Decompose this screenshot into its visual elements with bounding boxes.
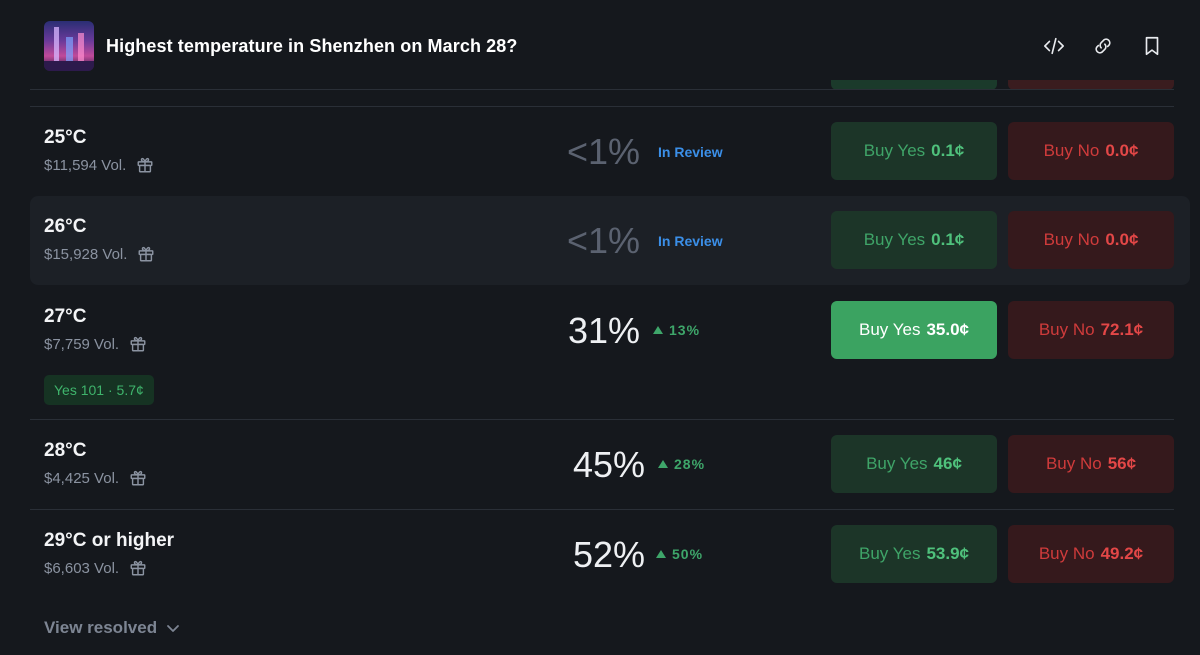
buy-no-price: 72.1¢ [1100,320,1144,339]
buy-yes-button[interactable]: Buy Yes 0.1¢ [831,211,997,269]
outcome-volume: $7,759 Vol. [44,335,147,353]
outcome-volume: $11,594 Vol. [44,156,154,174]
outcome-row[interactable]: 27°C $7,759 Vol. Yes 101 · 5.7¢ 31% 13% … [30,286,1190,419]
market-header: Highest temperature in Shenzhen on March… [0,0,1200,92]
buy-no-price: 0.0¢ [1105,141,1139,160]
buy-yes-label: Buy Yes [863,141,926,160]
outcome-probability: <1% [566,220,640,261]
buy-yes-label: Buy Yes [863,230,926,249]
up-arrow-icon [653,326,663,334]
outcome-label: 29°C or higher [44,530,175,551]
code-icon[interactable] [1042,34,1066,58]
change-value: 13% [669,322,701,338]
buy-yes-price: 53.9¢ [926,544,969,563]
outcome-probability: <1% [566,131,640,172]
outcome-label: 26°C [44,216,87,237]
buy-yes-price: 0.1¢ [931,230,965,249]
buy-no-label: Buy No [1038,320,1095,339]
gift-icon[interactable] [129,469,147,487]
buy-no-label: Buy No [1043,230,1100,249]
volume-text: $15,928 Vol. [44,245,128,263]
buy-yes-button[interactable]: Buy Yes 0.1¢ [831,122,997,180]
volume-text: $4,425 Vol. [44,469,120,487]
change-value: 50% [672,546,704,562]
outcome-label: 25°C [44,127,87,148]
buy-yes-button[interactable]: Buy Yes 53.9¢ [831,525,997,583]
probability-change: 13% [653,322,700,338]
buy-no-price: 56¢ [1107,454,1137,473]
outcome-probability: 52% [572,534,645,575]
probability-change: 28% [658,456,705,472]
buy-yes-button[interactable]: Buy Yes 46¢ [831,435,997,493]
bookmark-icon[interactable] [1140,34,1164,58]
buy-yes-price: 35.0¢ [926,320,969,339]
buy-no-label: Buy No [1045,454,1102,473]
buy-no-button[interactable]: Buy No 49.2¢ [1008,525,1174,583]
status-badge: In Review [658,233,723,249]
buy-yes-price: 46¢ [933,454,962,473]
volume-text: $6,603 Vol. [44,559,120,577]
up-arrow-icon [656,550,666,558]
view-resolved-toggle[interactable]: View resolved [44,618,181,638]
probability-change: 50% [656,546,703,562]
volume-text: $7,759 Vol. [44,335,120,353]
buy-no-button[interactable]: Buy No 0.0¢ [1008,122,1174,180]
buy-yes-button[interactable]: Buy Yes 35.0¢ [831,301,997,359]
status-badge: In Review [658,144,723,160]
buy-no-price: 0.0¢ [1105,230,1139,249]
market-thumbnail [44,21,94,71]
outcome-probability: 31% [567,310,640,351]
outcome-label: 27°C [44,306,87,327]
outcome-row[interactable]: 25°C $11,594 Vol. <1% In Review Buy Yes … [30,107,1190,196]
gift-icon[interactable] [136,156,154,174]
outcome-row[interactable]: 26°C $15,928 Vol. <1% In Review Buy Yes … [30,196,1190,285]
buy-yes-label: Buy Yes [859,544,921,563]
chevron-down-icon [167,625,179,632]
buy-no-button[interactable]: Buy No 72.1¢ [1008,301,1174,359]
outcome-volume: $15,928 Vol. [44,245,155,263]
outcome-row[interactable]: 28°C $4,425 Vol. 45% 28% Buy Yes 46¢ Buy… [30,420,1190,509]
outcome-volume: $4,425 Vol. [44,469,147,487]
view-resolved-label: View resolved [44,618,158,637]
buy-no-button[interactable]: Buy No 56¢ [1008,435,1174,493]
buy-no-price: 49.2¢ [1100,544,1144,563]
buy-no-label: Buy No [1043,141,1100,160]
buy-yes-label: Buy Yes [866,454,928,473]
up-arrow-icon [658,460,668,468]
link-icon[interactable] [1091,34,1115,58]
position-badge[interactable]: Yes 101 · 5.7¢ [44,375,154,405]
gift-icon[interactable] [137,245,155,263]
page-title: Highest temperature in Shenzhen on March… [106,36,518,56]
outcome-row[interactable]: 29°C or higher $6,603 Vol. 52% 50% Buy Y… [30,510,1190,599]
volume-text: $11,594 Vol. [44,156,127,174]
buy-no-label: Buy No [1038,544,1095,563]
market-page: Highest temperature in Shenzhen on March… [0,0,1200,655]
outcome-label: 28°C [44,440,87,461]
buy-yes-price: 0.1¢ [931,141,965,160]
buy-no-button[interactable]: Buy No 0.0¢ [1008,211,1174,269]
outcome-volume: $6,603 Vol. [44,559,147,577]
gift-icon[interactable] [129,335,147,353]
buy-yes-label: Buy Yes [859,320,921,339]
change-value: 28% [674,456,706,472]
outcome-probability: 45% [572,444,645,485]
divider [30,89,1174,90]
gift-icon[interactable] [129,559,147,577]
